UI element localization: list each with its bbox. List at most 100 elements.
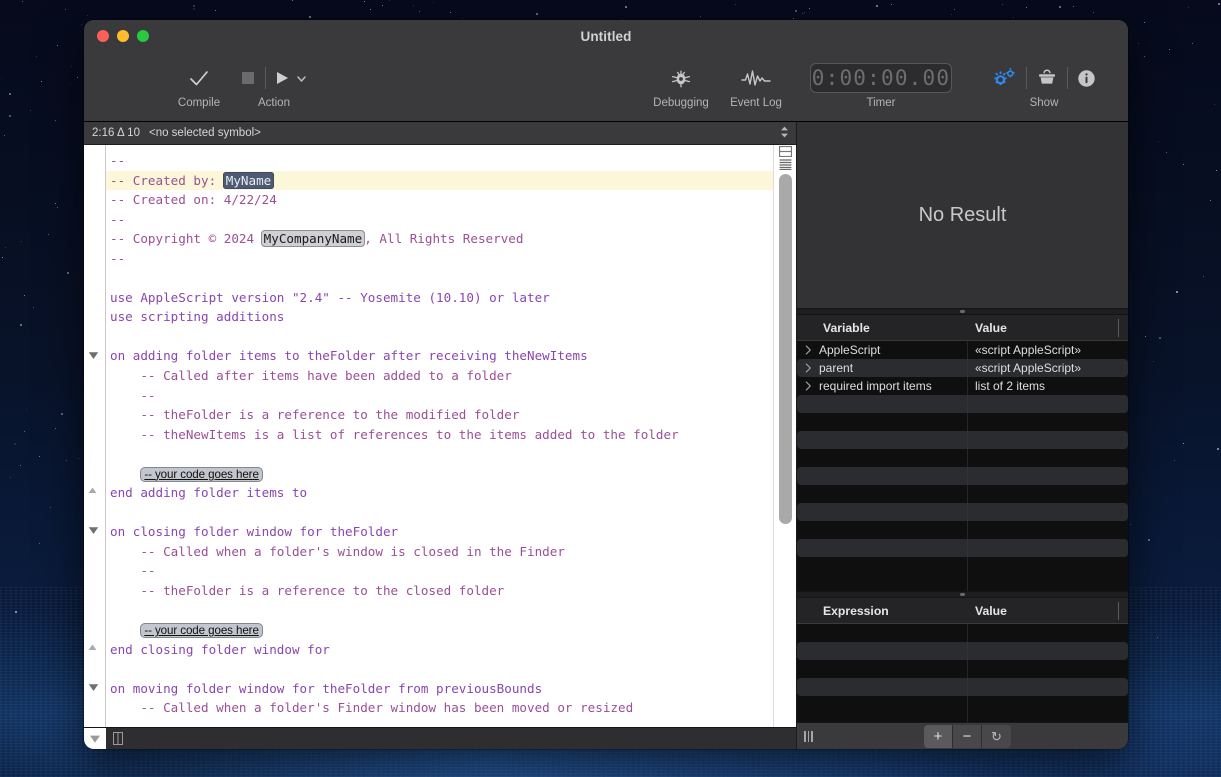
code-text: end closing folder window for [110, 641, 330, 657]
code-line[interactable] [106, 601, 773, 621]
fold-open-triangle-icon[interactable] [88, 351, 102, 363]
disclosure-chevron-icon[interactable] [805, 345, 813, 355]
add-expression-button[interactable]: + [924, 725, 953, 748]
bug-icon [670, 58, 692, 98]
editor-column: 2:16 Δ 10 <no selected symbol> -- -- Crea… [84, 122, 796, 749]
code-line[interactable]: on moving folder window for theFolder fr… [106, 679, 773, 699]
table-row[interactable]: AppleScript «script AppleScript» [797, 341, 1128, 359]
table-row[interactable] [797, 395, 1128, 413]
expressions-column-name[interactable]: Expression [797, 598, 967, 624]
code-line[interactable]: -- Called after items have been added to… [106, 366, 773, 386]
editor-vertical-scrollbar[interactable] [778, 174, 792, 721]
variables-column-value[interactable]: Value [967, 315, 1118, 341]
code-line[interactable]: -- theFolder is a reference to the modif… [106, 405, 773, 425]
info-icon[interactable] [1077, 69, 1096, 88]
chevron-down-icon[interactable] [295, 72, 308, 85]
table-row[interactable] [797, 660, 1128, 678]
code-line[interactable]: -- Called when a folder's window is clos… [106, 542, 773, 562]
code-line[interactable]: -- [106, 718, 773, 727]
fold-open-triangle-icon[interactable] [88, 683, 102, 695]
event-log-button[interactable]: Event Log [721, 58, 791, 110]
timer-group: 0:00:00.00 Timer [810, 58, 952, 110]
code-line[interactable] [106, 444, 773, 464]
variables-list[interactable]: AppleScript «script AppleScript» parent «sc… [797, 341, 1128, 591]
symbol-stepper[interactable] [780, 126, 789, 138]
code-line[interactable]: -- Created on: 4/22/24 [106, 190, 773, 210]
cursor-position-label: 2:16 Δ 10 [92, 127, 140, 139]
table-row[interactable] [797, 413, 1128, 431]
table-row[interactable] [797, 449, 1128, 467]
action-button-group[interactable]: Action [236, 58, 312, 110]
code-line[interactable]: -- theFolder is a reference to the close… [106, 581, 773, 601]
expressions-column-value[interactable]: Value [967, 598, 1118, 624]
code-line[interactable]: -- Copyright © 2024 MyCompanyName, All R… [106, 229, 773, 249]
refresh-expressions-button[interactable]: ↻ [982, 725, 1011, 748]
horizontal-scroll-grip[interactable] [112, 732, 124, 745]
code-line[interactable]: -- Called when a folder's Finder window … [106, 698, 773, 718]
code-line[interactable]: -- theNewItems is a list of references t… [106, 425, 773, 445]
code-line[interactable]: end adding folder items to [106, 483, 773, 503]
disclosure-chevron-icon[interactable] [805, 381, 813, 391]
compile-button[interactable]: Compile [176, 58, 222, 110]
code-line[interactable] [106, 503, 773, 523]
code-line[interactable] [106, 268, 773, 288]
splitter-handle [960, 310, 965, 313]
code-token-selected[interactable]: MyName [222, 171, 275, 189]
fold-all-control[interactable] [84, 727, 106, 749]
variables-column-name[interactable]: Variable [797, 315, 967, 341]
table-row[interactable] [797, 485, 1128, 503]
resize-grip-icon[interactable] [804, 730, 813, 742]
code-line[interactable]: on adding folder items to theFolder afte… [106, 346, 773, 366]
code-line[interactable]: -- your code goes here [106, 464, 773, 484]
code-line[interactable]: -- [106, 249, 773, 269]
table-row[interactable] [797, 467, 1128, 485]
run-icon[interactable] [275, 70, 290, 86]
table-row[interactable] [797, 642, 1128, 660]
code-line[interactable]: -- [106, 561, 773, 581]
code-line[interactable] [106, 659, 773, 679]
code-placeholder-token[interactable]: -- your code goes here [140, 623, 263, 639]
code-line[interactable]: -- your code goes here [106, 620, 773, 640]
fold-open-triangle-icon[interactable] [88, 526, 102, 538]
code-line[interactable]: -- [106, 151, 773, 171]
scrollbar-thumb[interactable] [778, 174, 792, 525]
code-line[interactable]: on closing folder window for theFolder [106, 522, 773, 542]
expressions-column-extra [1118, 598, 1128, 624]
code-text: -- [110, 720, 155, 727]
code-line[interactable]: -- [106, 386, 773, 406]
debugging-button[interactable]: Debugging [646, 58, 716, 110]
fold-close-triangle-icon[interactable] [88, 487, 102, 499]
code-editor[interactable]: -- -- Created by: MyName -- Created on: 4/… [106, 145, 773, 727]
selected-symbol-label[interactable]: <no selected symbol> [149, 127, 261, 139]
code-line[interactable]: end closing folder window for [106, 640, 773, 660]
gears-icon[interactable] [993, 68, 1017, 88]
table-row[interactable]: required import items list of 2 items [797, 377, 1128, 395]
variables-pane: Variable Value AppleScript «script AppleS… [797, 315, 1128, 591]
table-row[interactable] [797, 503, 1128, 521]
table-row[interactable] [797, 521, 1128, 539]
table-row[interactable] [797, 624, 1128, 642]
disclosure-chevron-icon[interactable] [805, 363, 813, 373]
expressions-list[interactable] [797, 624, 1128, 722]
table-row[interactable] [797, 696, 1128, 714]
code-placeholder-token[interactable]: -- your code goes here [140, 466, 263, 482]
table-row[interactable]: parent «script AppleScript» [797, 359, 1128, 377]
code-line[interactable]: use scripting additions [106, 307, 773, 327]
compile-label: Compile [177, 97, 221, 109]
remove-expression-button[interactable]: − [953, 725, 982, 748]
stop-icon[interactable] [240, 70, 256, 86]
table-row[interactable] [797, 678, 1128, 696]
code-line[interactable]: -- Created by: MyName [106, 170, 773, 191]
code-line[interactable]: use AppleScript version "2.4" -- Yosemit… [106, 288, 773, 308]
code-token[interactable]: MyCompanyName [260, 230, 366, 248]
table-row[interactable] [797, 539, 1128, 557]
code-line[interactable] [106, 327, 773, 347]
list-view-icon[interactable] [779, 159, 792, 170]
code-text: use AppleScript version "2.4" -- Yosemit… [110, 289, 550, 305]
fold-close-triangle-icon[interactable] [88, 644, 102, 656]
table-row[interactable] [797, 431, 1128, 449]
code-line[interactable]: -- [106, 210, 773, 230]
editor-fold-gutter[interactable] [84, 145, 106, 727]
toolbox-icon[interactable] [1036, 68, 1058, 88]
split-view-icon[interactable] [778, 146, 792, 157]
